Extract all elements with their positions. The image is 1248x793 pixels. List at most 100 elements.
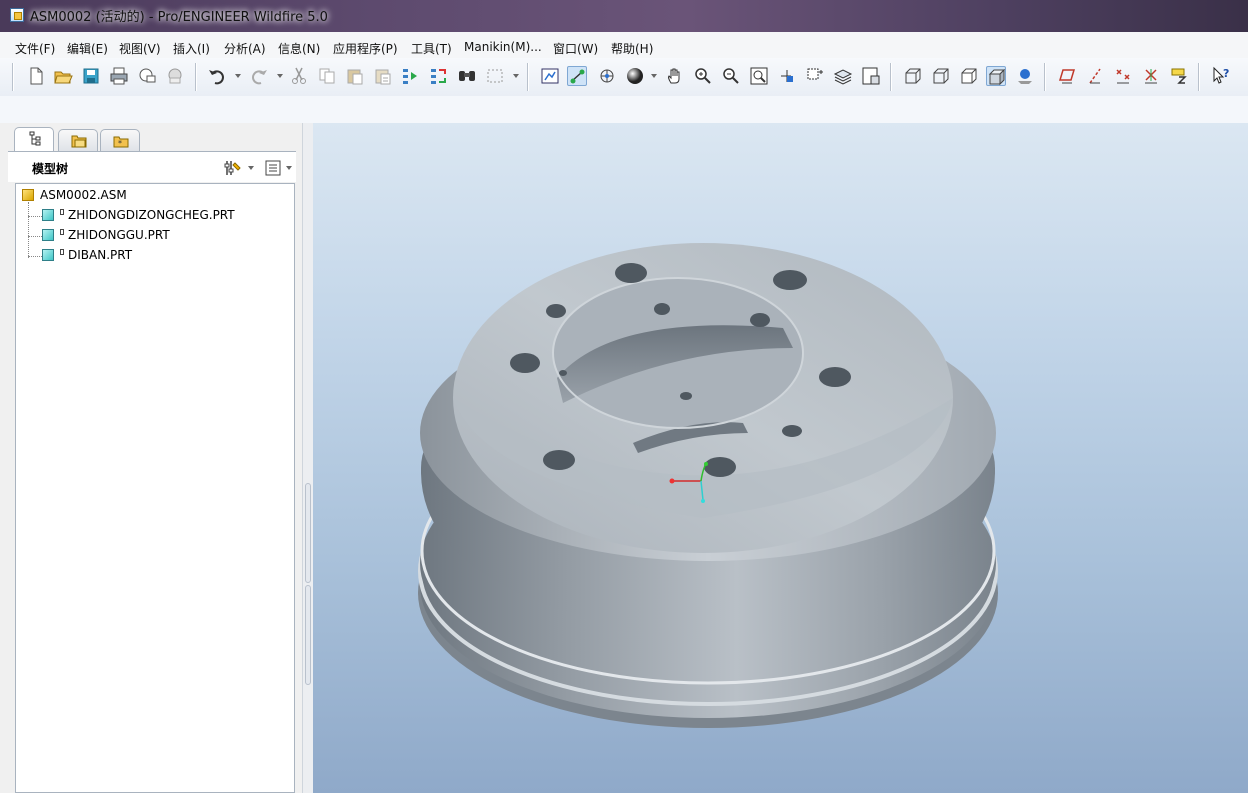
model-tree-header: 模型树: [8, 151, 296, 182]
tree-node-label: ASM0002.ASM: [40, 188, 127, 202]
datum-points-icon[interactable]: [1113, 66, 1133, 86]
menu-file[interactable]: 文件(F): [15, 40, 55, 57]
csys-icon[interactable]: [1141, 66, 1161, 86]
context-help-icon[interactable]: ?: [1211, 66, 1231, 86]
tree-node-part[interactable]: ZHIDONGDIZONGCHEG.PRT: [28, 206, 288, 224]
show-dropdown-icon[interactable]: [286, 166, 292, 170]
zoom-out-icon[interactable]: [721, 66, 741, 86]
tree-settings-icon[interactable]: [224, 159, 242, 177]
show-list-icon[interactable]: [264, 159, 282, 177]
annotation-icon[interactable]: [1169, 66, 1189, 86]
tree-connector: [28, 216, 42, 217]
tree-node-label: ZHIDONGDIZONGCHEG.PRT: [68, 208, 235, 222]
tree-node-part[interactable]: DIBAN.PRT: [28, 246, 288, 264]
regenerate-icon[interactable]: [401, 66, 421, 86]
new-file-icon[interactable]: [26, 66, 46, 86]
select-dropdown-icon[interactable]: [513, 74, 519, 78]
datum-planes-icon[interactable]: [1057, 66, 1077, 86]
refit-icon[interactable]: [749, 66, 769, 86]
enhanced-realism-icon[interactable]: [1015, 66, 1035, 86]
part-icon: [42, 249, 54, 261]
folder-browser-icon: [71, 135, 87, 148]
save-icon[interactable]: [81, 66, 101, 86]
separator: [195, 63, 197, 91]
regenerate-manager-icon[interactable]: [429, 66, 449, 86]
orient-icon[interactable]: [540, 66, 560, 86]
datum-display-icon[interactable]: [567, 66, 587, 86]
send-email-icon[interactable]: [137, 66, 157, 86]
favorites-folder-icon: *: [113, 136, 129, 148]
menu-applications[interactable]: 应用程序(P): [333, 40, 398, 57]
assembly-icon: [22, 189, 34, 201]
shading-dropdown-icon[interactable]: [651, 74, 657, 78]
menu-window[interactable]: 窗口(W): [553, 40, 598, 57]
tree-node-part[interactable]: ZHIDONGGU.PRT: [28, 226, 288, 244]
menu-help[interactable]: 帮助(H): [611, 40, 653, 57]
window-title: ASM0002 (活动的) - Pro/ENGINEER Wildfire 5.…: [30, 10, 328, 25]
separator: [1198, 63, 1200, 91]
expand-marker-icon[interactable]: [60, 229, 64, 235]
zoom-in-icon[interactable]: [693, 66, 713, 86]
shaded-icon[interactable]: [986, 66, 1006, 86]
menu-edit[interactable]: 编辑(E): [67, 40, 108, 57]
toolbar-strip: [0, 96, 1248, 124]
shading-sphere-icon[interactable]: [625, 66, 645, 86]
find-icon[interactable]: [457, 66, 477, 86]
graphics-window[interactable]: [313, 123, 1248, 793]
svg-text:?: ?: [1223, 67, 1229, 80]
spin-center-icon[interactable]: [597, 66, 617, 86]
model-tree: ASM0002.ASM ZHIDONGDIZONGCHEG.PRT ZHIDON…: [15, 183, 295, 793]
saved-views-icon[interactable]: [805, 66, 825, 86]
print-icon[interactable]: [109, 66, 129, 86]
datum-axes-icon[interactable]: [1085, 66, 1105, 86]
menu-analysis[interactable]: 分析(A): [224, 40, 266, 57]
tree-node-label: ZHIDONGGU.PRT: [68, 228, 170, 242]
splitter-handle[interactable]: [305, 585, 311, 685]
model-tree-tab[interactable]: [14, 127, 54, 152]
navigator-panel: * 模型树 ASM0002.ASM ZHIDONGDIZONGCHEG.PRT: [0, 123, 313, 793]
menu-insert[interactable]: 插入(I): [173, 40, 210, 57]
pan-hand-icon[interactable]: [665, 66, 685, 86]
menu-view[interactable]: 视图(V): [119, 40, 161, 57]
menu-tools[interactable]: 工具(T): [411, 40, 452, 57]
reorient-icon[interactable]: [777, 66, 797, 86]
separator: [890, 63, 892, 91]
redo-icon[interactable]: [249, 66, 269, 86]
title-bar: ASM0002 (活动的) - Pro/ENGINEER Wildfire 5.…: [0, 0, 1248, 32]
cut-icon[interactable]: [289, 66, 309, 86]
no-hidden-icon[interactable]: [959, 66, 979, 86]
splitter-handle[interactable]: [305, 483, 311, 583]
panel-splitter[interactable]: [302, 123, 313, 793]
folder-browser-tab[interactable]: [58, 129, 98, 151]
model-tree-icon: [29, 131, 41, 146]
tree-node-label: DIBAN.PRT: [68, 248, 133, 262]
tree-connector: [28, 256, 42, 257]
layers-icon[interactable]: [833, 66, 853, 86]
open-folder-icon[interactable]: [53, 66, 73, 86]
redo-dropdown-icon[interactable]: [277, 74, 283, 78]
favorites-tab[interactable]: *: [100, 129, 140, 151]
app-icon: [10, 8, 24, 22]
copy-icon[interactable]: [317, 66, 337, 86]
tree-connector: [28, 236, 42, 237]
part-icon: [42, 209, 54, 221]
expand-marker-icon[interactable]: [60, 249, 64, 255]
undo-icon[interactable]: [207, 66, 227, 86]
close-window-icon[interactable]: [165, 66, 185, 86]
separator: [1044, 63, 1046, 91]
select-box-icon[interactable]: [485, 66, 505, 86]
menu-manikin[interactable]: Manikin(M)...: [464, 40, 542, 54]
tree-node-root[interactable]: ASM0002.ASM: [20, 186, 280, 204]
view-manager-icon[interactable]: [861, 66, 881, 86]
main-toolbar: ?: [0, 58, 1248, 97]
tree-settings-dropdown-icon[interactable]: [248, 166, 254, 170]
expand-marker-icon[interactable]: [60, 209, 64, 215]
paste-icon[interactable]: [345, 66, 365, 86]
paste-special-icon[interactable]: [373, 66, 393, 86]
menu-info[interactable]: 信息(N): [278, 40, 320, 57]
brake-drum-model: [418, 243, 998, 728]
menu-bar: 文件(F) 编辑(E) 视图(V) 插入(I) 分析(A) 信息(N) 应用程序…: [0, 32, 1248, 59]
undo-dropdown-icon[interactable]: [235, 74, 241, 78]
hidden-line-icon[interactable]: [931, 66, 951, 86]
wireframe-icon[interactable]: [903, 66, 923, 86]
